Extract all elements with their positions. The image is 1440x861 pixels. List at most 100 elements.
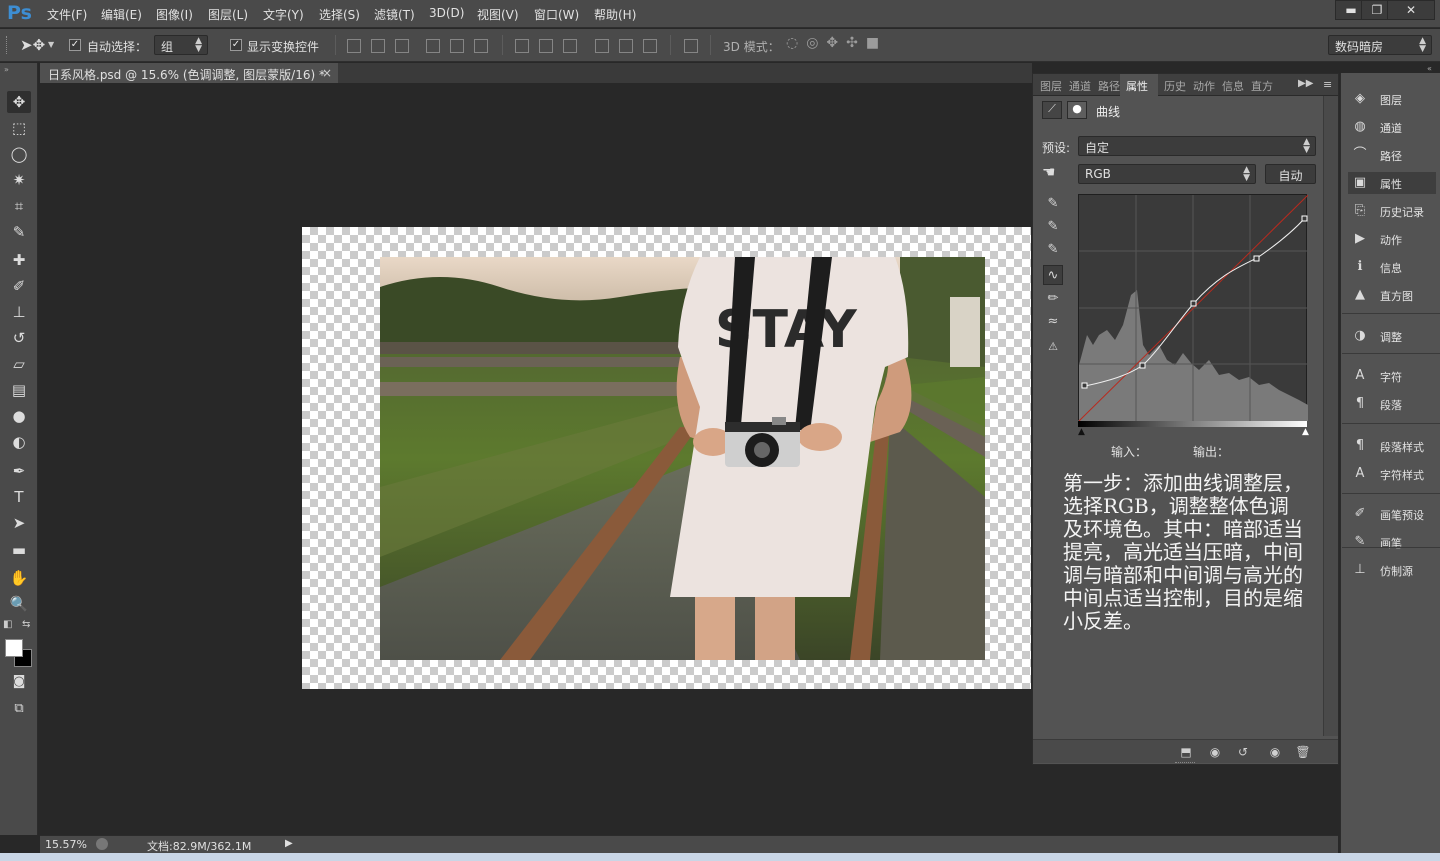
auto-button[interactable]: 自动 <box>1265 164 1316 184</box>
dock-item-history[interactable]: ⎘ 历史记录 <box>1348 200 1436 222</box>
clone-stamp-tool-icon[interactable]: ⊥ <box>7 301 31 323</box>
workspace-dropdown[interactable]: 数码暗房 ▲ ▼ <box>1328 35 1432 55</box>
white-slider-icon[interactable]: ▲ <box>1302 427 1309 437</box>
align-top-icon[interactable] <box>347 39 361 53</box>
layer-mask-icon[interactable]: ● <box>1067 101 1087 119</box>
curve-point-shadows[interactable] <box>1081 382 1088 389</box>
panel-menu-icon[interactable]: ≡ <box>1323 78 1332 91</box>
channel-dropdown[interactable]: RGB ▲ ▼ <box>1078 164 1256 184</box>
3d-mode-icons[interactable]: ◌◎✥✣■ <box>786 35 887 51</box>
menu-help[interactable]: 帮助(H) <box>594 6 636 23</box>
collapse-dock-icon[interactable]: « <box>1427 64 1432 73</box>
dock-item-adjustments[interactable]: ◑ 调整 <box>1348 325 1436 347</box>
show-transform-checkbox[interactable]: ✓ <box>230 39 242 51</box>
align-right-icon[interactable] <box>474 39 488 53</box>
tab-properties[interactable]: 属性 <box>1126 78 1148 94</box>
curve-edit-points-icon[interactable]: ∿ <box>1043 265 1063 285</box>
black-point-eyedropper-icon[interactable]: ✎ <box>1043 194 1063 214</box>
zoom-tool-icon[interactable]: 🔍 <box>7 593 31 615</box>
menu-filter[interactable]: 滤镜(T) <box>374 6 415 23</box>
distribute-hcenter-icon[interactable] <box>619 39 633 53</box>
clip-to-layer-icon[interactable]: ⬒ <box>1178 744 1194 760</box>
pen-tool-icon[interactable]: ✒ <box>7 460 31 482</box>
tab-history[interactable]: 历史 <box>1164 78 1186 94</box>
smooth-curve-icon[interactable]: ≈ <box>1043 312 1063 332</box>
expand-tabs-icon[interactable]: ▶▶ <box>1298 78 1313 89</box>
menu-edit[interactable]: 编辑(E) <box>101 6 142 23</box>
move-tool-icon[interactable]: ✥ <box>7 91 31 113</box>
curves-graph[interactable] <box>1078 194 1309 422</box>
preset-dropdown[interactable]: 自定 ▲ ▼ <box>1078 136 1316 156</box>
shape-tool-icon[interactable]: ▬ <box>7 539 31 561</box>
screen-mode-icon[interactable]: ⧉ <box>7 698 31 720</box>
dock-item-info[interactable]: ℹ 信息 <box>1348 256 1436 278</box>
view-previous-state-icon[interactable]: ◉ <box>1207 744 1223 760</box>
gray-point-eyedropper-icon[interactable]: ✎ <box>1043 217 1063 237</box>
menu-layer[interactable]: 图层(L) <box>208 6 248 23</box>
photo-layer[interactable]: STAY <box>380 257 985 660</box>
quick-mask-icon[interactable]: ◙ <box>7 671 31 693</box>
eraser-tool-icon[interactable]: ▱ <box>7 353 31 375</box>
dock-item-paths[interactable]: ⌒ 路径 <box>1348 144 1436 166</box>
distribute-left-icon[interactable] <box>595 39 609 53</box>
dock-item-properties[interactable]: ▣ 属性 <box>1348 172 1436 194</box>
panel-resize-grip[interactable] <box>1175 762 1195 765</box>
reset-adjustment-icon[interactable]: ↺ <box>1235 744 1251 760</box>
dock-item-character[interactable]: A 字符 <box>1348 365 1436 387</box>
align-vcenter-icon[interactable] <box>371 39 385 53</box>
menu-window[interactable]: 窗口(W) <box>534 6 579 23</box>
dock-item-clone-source[interactable]: ⊥ 仿制源 <box>1348 559 1436 581</box>
distribute-vcenter-icon[interactable] <box>539 39 553 53</box>
move-tool-preset-icon[interactable]: ➤✥ <box>20 36 45 54</box>
menu-type[interactable]: 文字(Y) <box>263 6 304 23</box>
healing-brush-tool-icon[interactable]: ✚ <box>7 249 31 271</box>
curve-point-highlights[interactable] <box>1301 215 1308 222</box>
dock-item-paragraph-styles[interactable]: ¶ 段落样式 <box>1348 435 1436 457</box>
document-tab[interactable]: 日系风格.psd @ 15.6% (色调调整, 图层蒙版/16) * × <box>40 63 338 83</box>
eyedropper-tool-icon[interactable]: ✎ <box>7 221 31 243</box>
dock-item-actions[interactable]: ▶ 动作 <box>1348 228 1436 250</box>
marquee-tool-icon[interactable]: ⬚ <box>7 117 31 139</box>
delete-layer-icon[interactable]: 🗑 <box>1295 744 1311 760</box>
menu-view[interactable]: 视图(V) <box>477 6 519 23</box>
dodge-tool-icon[interactable]: ◐ <box>7 431 31 453</box>
menu-file[interactable]: 文件(F) <box>47 6 87 23</box>
dock-item-layers[interactable]: ◈ 图层 <box>1348 88 1436 110</box>
align-hcenter-icon[interactable] <box>450 39 464 53</box>
distribute-right-icon[interactable] <box>643 39 657 53</box>
auto-select-dropdown[interactable]: 组 ▲ ▼ <box>154 35 208 55</box>
menu-select[interactable]: 选择(S) <box>319 6 360 23</box>
dock-item-paragraph[interactable]: ¶ 段落 <box>1348 393 1436 415</box>
type-tool-icon[interactable]: T <box>7 486 31 508</box>
close-tab-icon[interactable]: × <box>322 66 332 80</box>
dock-item-character-styles[interactable]: A 字符样式 <box>1348 463 1436 485</box>
menu-3d[interactable]: 3D(D) <box>429 6 464 20</box>
distribute-top-icon[interactable] <box>515 39 529 53</box>
path-selection-tool-icon[interactable]: ➤ <box>7 512 31 534</box>
dock-item-brush-presets[interactable]: ✐ 画笔预设 <box>1348 503 1436 525</box>
crop-tool-icon[interactable]: ⌗ <box>7 195 31 217</box>
dock-item-brush[interactable]: ✎ 画笔 <box>1348 531 1436 553</box>
tab-paths[interactable]: 路径 <box>1098 78 1120 94</box>
white-point-eyedropper-icon[interactable]: ✎ <box>1043 240 1063 260</box>
clipping-warning-icon[interactable]: ⚠ <box>1043 337 1063 357</box>
tab-layers[interactable]: 图层 <box>1040 78 1062 94</box>
hand-tool-icon[interactable]: ✋ <box>7 567 31 589</box>
dock-item-channels[interactable]: ◍ 通道 <box>1348 116 1436 138</box>
menu-image[interactable]: 图像(I) <box>156 6 193 23</box>
tab-histogram[interactable]: 直方 <box>1251 78 1273 94</box>
default-colors-icon[interactable]: ◧ <box>3 619 12 630</box>
magic-wand-tool-icon[interactable]: ✷ <box>7 169 31 191</box>
curves-adjustment-icon[interactable]: ⟋ <box>1042 101 1062 119</box>
collapse-toolbar-icon[interactable]: » <box>4 65 9 74</box>
align-bottom-icon[interactable] <box>395 39 409 53</box>
preset-dropdown-icon[interactable]: ▼ <box>48 40 54 49</box>
tab-info[interactable]: 信息 <box>1222 78 1244 94</box>
align-left-icon[interactable] <box>426 39 440 53</box>
curve-point-light-mid[interactable] <box>1253 255 1260 262</box>
tab-channels[interactable]: 通道 <box>1069 78 1091 94</box>
swap-colors-icon[interactable]: ⇆ <box>22 619 30 630</box>
dock-item-histogram[interactable]: ▲ 直方图 <box>1348 284 1436 306</box>
panel-scrollbar[interactable] <box>1323 96 1338 736</box>
blur-tool-icon[interactable]: ● <box>7 405 31 427</box>
